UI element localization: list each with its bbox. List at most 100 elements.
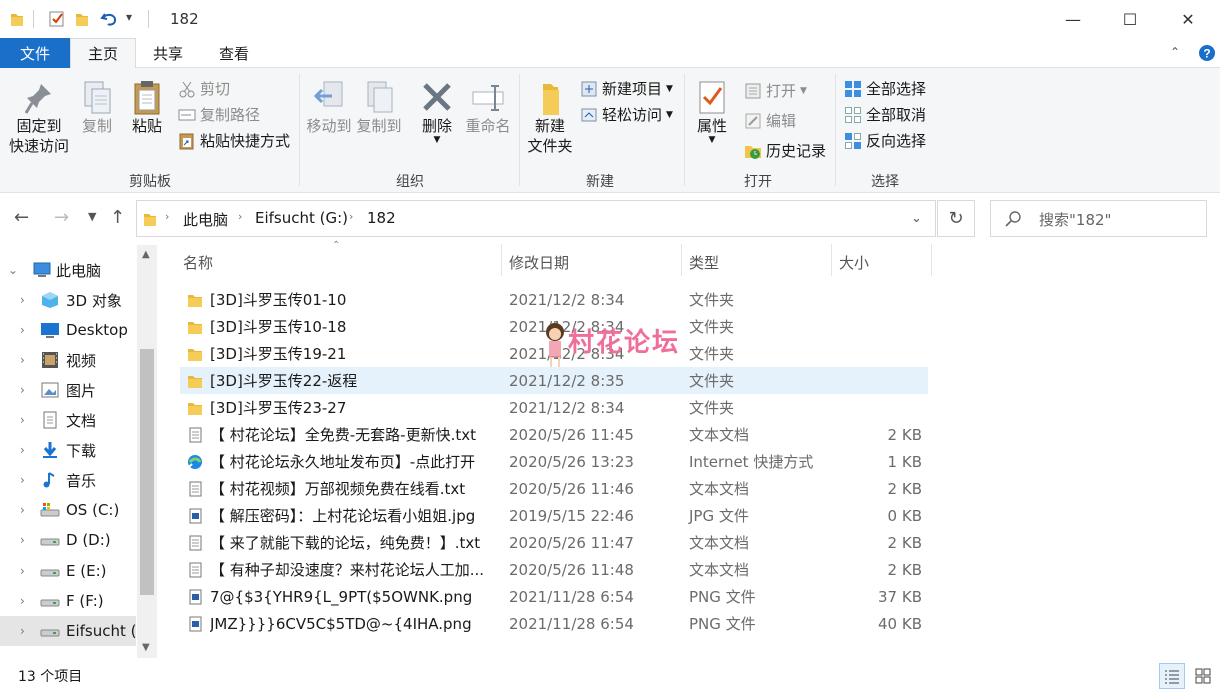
breadcrumb-separator[interactable]: › xyxy=(349,210,353,223)
chevron-right-icon[interactable]: › xyxy=(20,594,25,608)
tab-share[interactable]: 共享 xyxy=(140,38,196,68)
refresh-button[interactable]: ↻ xyxy=(937,200,975,237)
file-row[interactable]: 【 解压密码】：上村花论坛看小姐姐.jpg 2019/5/15 22:46 JPG … xyxy=(180,502,928,529)
delete-dropdown-icon[interactable]: ▼ xyxy=(434,136,441,145)
chevron-right-icon[interactable]: › xyxy=(20,533,25,547)
help-icon[interactable]: ? xyxy=(1198,44,1216,62)
easy-access-button[interactable]: 轻松访问 ▼ xyxy=(580,104,673,125)
forward-icon[interactable]: → xyxy=(54,207,69,228)
chevron-right-icon[interactable]: › xyxy=(20,353,25,367)
nav-item-drive-e[interactable]: › E (E:) xyxy=(0,556,136,586)
file-row[interactable]: JMZ}}}}6CV5C$5TD@~{4IHA.png 2021/11/28 6:… xyxy=(180,610,928,637)
history-button[interactable]: 历史记录 xyxy=(744,140,826,161)
nav-item-pictures[interactable]: › 图片 xyxy=(0,375,136,405)
close-button[interactable]: ✕ xyxy=(1165,0,1211,38)
file-row[interactable]: 【 村花论坛永久地址发布页】-点此打开 2020/5/26 13:23 Intern… xyxy=(180,448,928,475)
file-row[interactable]: 【 村花论坛】全免费-无套路-更新快.txt 2020/5/26 11:45 文本文… xyxy=(180,421,928,448)
new-folder-quick-icon[interactable] xyxy=(75,11,89,27)
tab-view[interactable]: 查看 xyxy=(206,38,262,68)
edit-button[interactable]: 编辑 xyxy=(744,110,796,131)
nav-item-this-pc[interactable]: ⌄ 此电脑 xyxy=(0,255,136,285)
breadcrumb-separator[interactable]: › xyxy=(165,210,169,223)
menu-file[interactable]: 文件 xyxy=(0,38,70,68)
nav-item-drive-c[interactable]: › OS (C:) xyxy=(0,495,136,525)
column-header-date[interactable]: 修改日期 xyxy=(509,248,569,276)
column-divider[interactable] xyxy=(681,244,682,276)
navigation-scrollbar[interactable]: ▲ ▼ xyxy=(137,245,157,658)
pin-quick-access-button[interactable]: 固定到 快速访问 xyxy=(6,80,72,156)
copy-to-button[interactable]: 复制到 xyxy=(354,80,404,136)
details-view-button[interactable] xyxy=(1159,663,1185,689)
properties-button[interactable]: 属性 ▼ xyxy=(690,80,734,145)
select-all-button[interactable]: 全部选择 xyxy=(844,78,926,99)
chevron-right-icon[interactable]: › xyxy=(20,473,25,487)
column-divider[interactable] xyxy=(501,244,502,276)
new-item-button[interactable]: 新建项目 ▼ xyxy=(580,78,673,99)
chevron-right-icon[interactable]: › xyxy=(20,564,25,578)
paste-button[interactable]: 粘贴 xyxy=(126,80,168,136)
scroll-up-icon[interactable]: ▲ xyxy=(142,249,150,260)
nav-item-drive-f[interactable]: › F (F:) xyxy=(0,586,136,616)
invert-selection-button[interactable]: 反向选择 xyxy=(844,130,926,151)
chevron-right-icon[interactable]: › xyxy=(20,293,25,307)
properties-check-icon[interactable] xyxy=(48,10,66,28)
recent-locations-icon[interactable]: ▼ xyxy=(88,210,96,223)
nav-item-3d-objects[interactable]: › 3D 对象 xyxy=(0,285,136,315)
column-divider[interactable] xyxy=(931,244,932,276)
chevron-right-icon[interactable]: › xyxy=(20,413,25,427)
nav-item-downloads[interactable]: › 下载 xyxy=(0,435,136,465)
paste-shortcut-button[interactable]: 粘贴快捷方式 xyxy=(178,130,290,151)
breadcrumb-item-this-pc[interactable]: 此电脑 xyxy=(183,209,228,230)
nav-item-documents[interactable]: › 文档 xyxy=(0,405,136,435)
tab-home[interactable]: 主页 xyxy=(70,38,136,68)
collapse-ribbon-icon[interactable]: ⌃ xyxy=(1170,45,1180,59)
chevron-right-icon[interactable]: › xyxy=(20,503,25,517)
back-icon[interactable]: ← xyxy=(14,207,29,228)
breadcrumb-item-drive[interactable]: Eifsucht (G:) xyxy=(255,209,348,227)
select-none-button[interactable]: 全部取消 xyxy=(844,104,926,125)
nav-item-desktop[interactable]: › Desktop xyxy=(0,315,136,345)
nav-item-videos[interactable]: › 视频 xyxy=(0,345,136,375)
large-icons-view-button[interactable] xyxy=(1190,663,1216,689)
file-row[interactable]: 【 有种子却没速度？来村花论坛人工加... 2020/5/26 11:48 文本文档… xyxy=(180,556,928,583)
rename-button[interactable]: 重命名 xyxy=(462,80,514,136)
maximize-button[interactable]: ☐ xyxy=(1107,0,1153,38)
chevron-right-icon[interactable]: › xyxy=(20,443,25,457)
chevron-right-icon[interactable]: › xyxy=(20,383,25,397)
nav-item-drive-g[interactable]: › Eifsucht (G:) xyxy=(0,616,136,646)
chevron-right-icon[interactable]: › xyxy=(20,624,25,638)
up-icon[interactable]: ↑ xyxy=(110,207,125,228)
undo-icon[interactable] xyxy=(100,10,120,28)
column-header-type[interactable]: 类型 xyxy=(689,248,719,276)
address-bar[interactable]: › 此电脑 › Eifsucht (G:) › 182 ⌄ xyxy=(136,200,936,237)
open-button[interactable]: 打开 ▼ xyxy=(744,80,807,101)
file-row[interactable]: 【 村花视频】万部视频免费在线看.txt 2020/5/26 11:46 文本文档 2… xyxy=(180,475,928,502)
delete-button[interactable]: 删除 ▼ xyxy=(416,80,458,145)
search-box[interactable]: 搜索"182" xyxy=(990,200,1207,237)
copy-path-button[interactable]: 复制路径 xyxy=(178,104,260,125)
chevron-right-icon[interactable]: › xyxy=(20,323,25,337)
nav-item-drive-d[interactable]: › D (D:) xyxy=(0,525,136,555)
file-row[interactable]: 【 来了就能下载的论坛，纯免费！】.txt 2020/5/26 11:47 文本文档… xyxy=(180,529,928,556)
cut-button[interactable]: 剪切 xyxy=(178,78,230,99)
properties-dropdown-icon[interactable]: ▼ xyxy=(709,136,716,145)
address-dropdown-icon[interactable]: ⌄ xyxy=(911,211,922,226)
copy-button[interactable]: 复制 xyxy=(76,80,118,136)
expanded-chevron-icon[interactable]: ⌄ xyxy=(8,263,18,277)
quick-access-dropdown[interactable]: ▾ xyxy=(126,10,132,24)
breadcrumb-item-folder[interactable]: 182 xyxy=(367,209,396,227)
minimize-button[interactable]: — xyxy=(1050,0,1096,38)
folder-row[interactable]: [3D]斗罗玉传23-27 2021/12/2 8:34 文件夹 xyxy=(180,394,928,421)
column-divider[interactable] xyxy=(831,244,832,276)
move-to-button[interactable]: 移动到 xyxy=(304,80,354,136)
column-header-size[interactable]: 大小 xyxy=(839,248,869,276)
new-folder-button[interactable]: 新建 文件夹 xyxy=(524,80,576,156)
scrollbar-thumb[interactable] xyxy=(140,349,154,595)
breadcrumb-separator[interactable]: › xyxy=(238,210,242,223)
scroll-down-icon[interactable]: ▼ xyxy=(142,642,150,653)
folder-row[interactable]: [3D]斗罗玉传01-10 2021/12/2 8:34 文件夹 xyxy=(180,286,928,313)
folder-icon xyxy=(188,294,202,307)
column-header-name[interactable]: 名称 xyxy=(183,248,213,276)
file-row[interactable]: 7@{$3{YHR9{L_9PT($5OWNK.png 2021/11/28 6:… xyxy=(180,583,928,610)
nav-item-music[interactable]: › 音乐 xyxy=(0,465,136,495)
